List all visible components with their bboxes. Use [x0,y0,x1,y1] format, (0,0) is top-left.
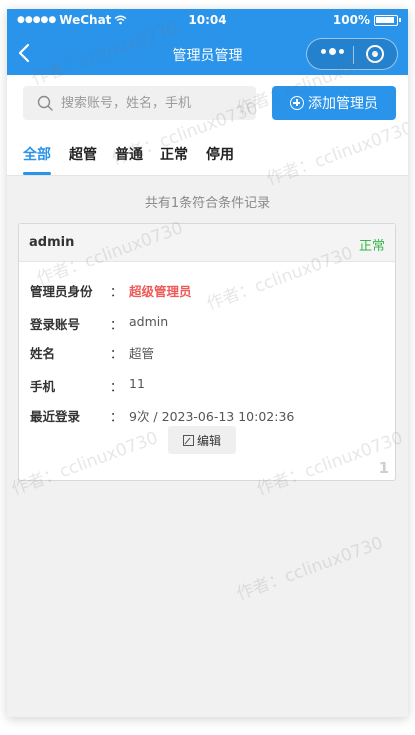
tab-active[interactable]: 正常 [160,144,188,164]
field-row-phone: 手机 ： 11 [30,376,380,396]
tab-all[interactable]: 全部 [23,144,51,175]
status-bar: ●●●●● WeChat 10:04 100% [7,9,408,31]
field-value: 超级管理员 [129,284,192,299]
add-circle-icon [290,96,304,110]
field-row-name: 姓名 ： 超管 [30,343,380,363]
field-label: 登录账号 [30,317,81,332]
field-colon: ： [110,379,123,394]
battery-icon [374,14,401,26]
add-admin-label: 添加管理员 [308,96,378,112]
filter-tabs: 全部 超管 普通 正常 停用 [7,132,408,176]
navigation-bar: 管理员管理 [7,31,408,75]
field-colon: ： [110,284,123,299]
add-admin-button[interactable]: 添加管理员 [272,86,396,120]
status-right: 100% [332,13,401,27]
field-value: admin [129,314,169,329]
field-value: 11 [129,376,145,391]
admin-name: admin [29,235,75,250]
search-input[interactable] [61,86,251,120]
field-label: 管理员身份 [30,284,93,299]
search-row: 添加管理员 [7,75,408,132]
field-value: 超管 [129,346,155,361]
admin-card[interactable]: admin 正常 管理员身份 ： 超级管理员 登录账号 ： admin 姓名 ：… [18,223,396,481]
field-label: 手机 [30,379,56,394]
field-colon: ： [110,409,123,424]
mini-program-capsule [306,38,398,70]
field-label: 最近登录 [30,409,81,424]
search-icon [37,95,53,111]
field-label: 姓名 [30,346,56,361]
edit-label: 编辑 [196,433,221,448]
phone-screen: ●●●●● WeChat 10:04 100% 管理员管理 搜索账号，姓名，手机… [7,9,408,717]
tab-super-admin[interactable]: 超管 [69,144,97,164]
result-count: 共有1条符合条件记录 [144,196,271,211]
capsule-divider [353,46,354,64]
close-capsule-icon[interactable] [366,45,384,63]
record-index: 1 [378,459,389,477]
field-value: 9次 / 2023-06-13 10:02:36 [129,409,295,424]
field-row-role: 管理员身份 ： 超级管理员 [30,281,380,301]
search-box[interactable] [23,86,256,120]
edit-button[interactable]: 编辑 [168,426,236,454]
field-row-last-login: 最近登录 ： 9次 / 2023-06-13 10:02:36 [30,406,380,426]
watermark: 作者：cclinux0730 [234,533,386,605]
more-icon[interactable] [321,48,344,55]
battery-percent: 100% [332,13,370,27]
card-header: admin 正常 [19,224,395,262]
edit-icon [182,434,194,446]
field-colon: ： [110,346,123,361]
status-badge: 正常 [358,239,385,254]
tab-normal[interactable]: 普通 [115,144,143,164]
field-row-account: 登录账号 ： admin [30,314,380,334]
tab-disabled[interactable]: 停用 [206,144,234,164]
field-colon: ： [110,317,123,332]
